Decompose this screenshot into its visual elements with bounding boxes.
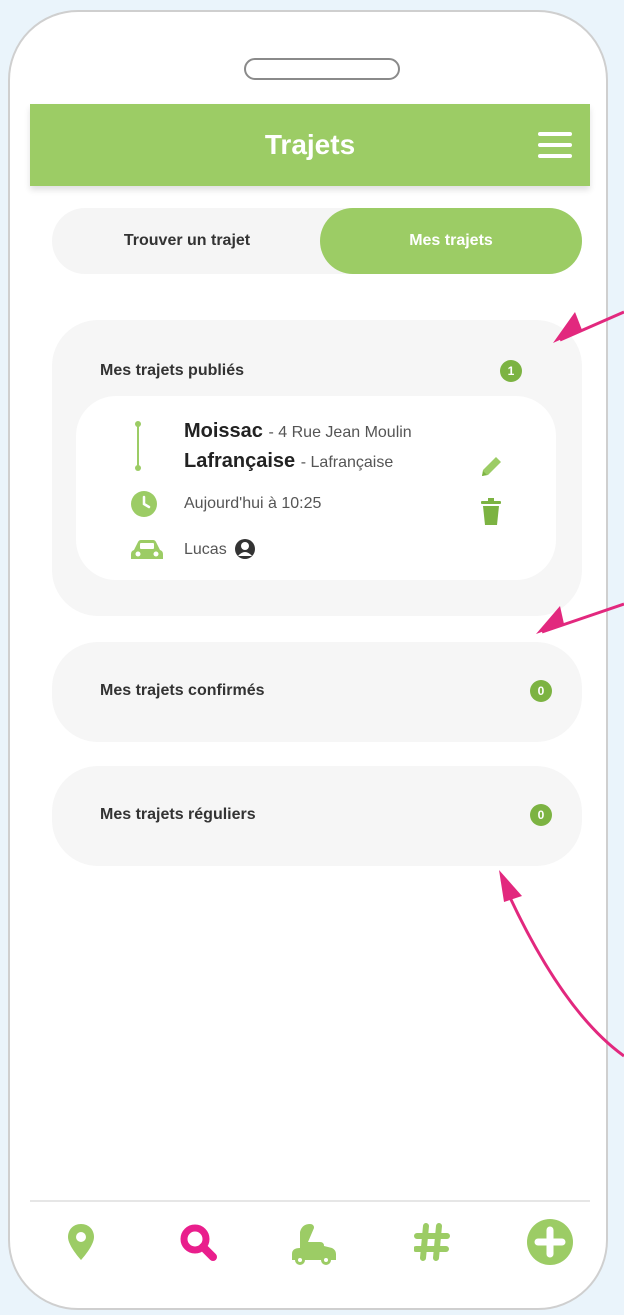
- map-pin-icon[interactable]: [66, 1222, 96, 1262]
- user-avatar-icon: [235, 539, 255, 559]
- hamburger-menu-icon[interactable]: [538, 132, 572, 158]
- trip-origin: Moissac - 4 Rue Jean Moulin: [184, 420, 412, 442]
- add-circle-icon[interactable]: [526, 1218, 574, 1266]
- search-icon[interactable]: [178, 1222, 218, 1262]
- regular-trips-count-badge: 0: [530, 804, 552, 826]
- trip-driver-name: Lucas: [184, 541, 227, 558]
- confirmed-trips-card[interactable]: Mes trajets confirmés 0: [52, 642, 582, 742]
- trip-origin-city: Moissac: [184, 420, 263, 442]
- regular-trips-title: Mes trajets réguliers: [100, 806, 256, 823]
- regular-trips-card[interactable]: Mes trajets réguliers 0: [52, 766, 582, 866]
- clock-icon: [131, 491, 157, 517]
- published-trips-card[interactable]: Mes trajets publiés 1 Moissac - 4 Rue Je…: [52, 320, 582, 616]
- phone-speaker: [244, 58, 400, 80]
- bottom-nav: [30, 1200, 590, 1292]
- trip-destination-city: Lafrançaise: [184, 450, 296, 472]
- confirmed-trips-count-badge: 0: [530, 680, 552, 702]
- confirmed-trips-title: Mes trajets confirmés: [100, 682, 265, 699]
- trip-destination: Lafrançaise - Lafrançaise: [184, 450, 394, 472]
- page-title: Trajets: [264, 129, 356, 160]
- edit-pencil-icon[interactable]: [478, 454, 504, 480]
- delete-trash-icon[interactable]: [480, 498, 502, 526]
- app-header: Trajets: [30, 104, 590, 186]
- trip-destination-address: Lafrançaise: [310, 454, 394, 471]
- hitchhike-icon[interactable]: [286, 1222, 338, 1266]
- car-icon: [131, 540, 163, 559]
- trip-time: Aujourd'hui à 10:25: [184, 495, 322, 512]
- trip-origin-address: 4 Rue Jean Moulin: [278, 424, 412, 441]
- hashtag-icon[interactable]: [414, 1222, 450, 1262]
- trip-tabs: Trouver un trajet Mes trajets: [52, 208, 582, 274]
- phone-frame: Trajets Trouver un trajet Mes trajets Me…: [8, 10, 608, 1310]
- published-trips-count-badge: 1: [500, 360, 522, 382]
- trip-driver: Lucas: [184, 541, 227, 559]
- tab-find-trip[interactable]: Trouver un trajet: [52, 208, 322, 274]
- trip-item[interactable]: Moissac - 4 Rue Jean Moulin Lafrançaise …: [76, 396, 556, 580]
- tab-my-trips[interactable]: Mes trajets: [320, 208, 582, 274]
- route-line-icon: [135, 421, 141, 471]
- published-trips-title: Mes trajets publiés: [100, 362, 245, 379]
